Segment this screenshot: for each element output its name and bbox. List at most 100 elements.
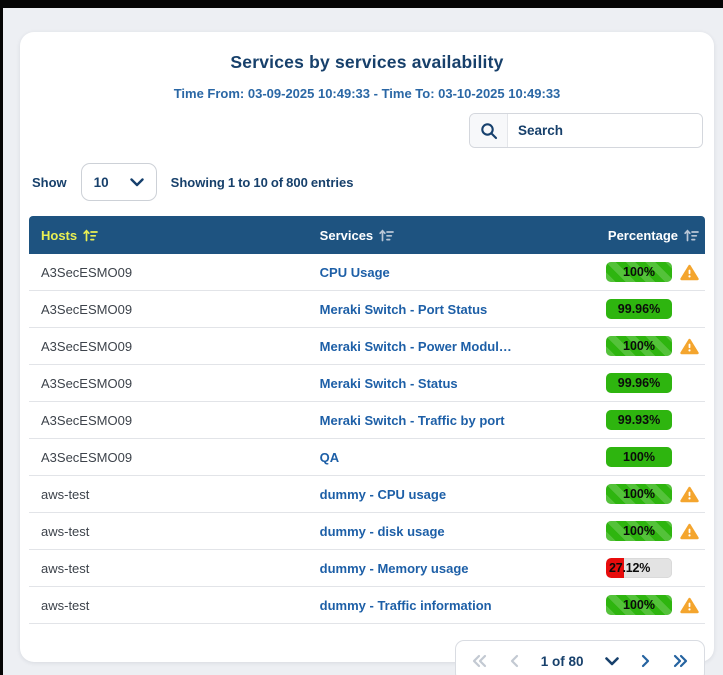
service-link[interactable]: Meraki Switch - Port Status [320,302,550,317]
percentage-badge: 99.93% [606,410,672,430]
warning-icon [680,264,699,281]
table-row: A3SecESMO09 Meraki Switch - Status 99.96… [29,365,705,402]
percentage-cell: 27.12% [550,558,706,578]
next-page-button[interactable] [641,654,651,668]
column-label: Services [320,228,374,243]
entries-total: 800 [286,175,308,190]
first-page-button[interactable] [471,654,487,668]
service-link[interactable]: dummy - Memory usage [320,561,550,576]
chevron-right-icon [641,654,651,668]
warning-icon [680,523,699,540]
service-link[interactable]: Meraki Switch - Traffic by port [320,413,550,428]
entries-to: 10 [253,175,267,190]
percentage-cell: 99.93% [550,410,706,430]
warning-slot [680,560,699,577]
time-range-label: Time From: 03-09-2025 10:49:33 - Time To… [29,86,705,101]
search-box[interactable] [469,113,703,148]
percentage-value: 100% [606,447,672,467]
warning-slot [680,338,699,355]
page-title: Services by services availability [29,52,705,73]
host-cell: A3SecESMO09 [29,450,320,465]
warning-slot [680,375,699,392]
warning-slot [680,449,699,466]
table-row: A3SecESMO09 Meraki Switch - Traffic by p… [29,402,705,439]
service-link[interactable]: CPU Usage [320,265,550,280]
page-indicator: 1 of 80 [541,654,584,669]
warning-icon [680,338,699,355]
percentage-badge: 100% [606,521,672,541]
chevron-down-icon [605,657,619,666]
warning-slot [680,412,699,429]
service-link[interactable]: Meraki Switch - Status [320,376,550,391]
percentage-cell: 100% [550,484,706,504]
pagination-row: 1 of 80 [29,640,705,675]
service-link[interactable]: dummy - CPU usage [320,487,550,502]
service-link[interactable]: Meraki Switch - Power Modul… [320,339,550,354]
table-row: A3SecESMO09 CPU Usage 100% [29,254,705,291]
entries-word: to [238,175,250,190]
percentage-cell: 100% [550,262,706,282]
percentage-badge: 100% [606,447,672,467]
sort-icon [684,229,699,242]
host-cell: aws-test [29,561,320,576]
host-cell: A3SecESMO09 [29,302,320,317]
chevron-left-icon [509,654,519,668]
table-header-row: Hosts Services Percentage [29,216,705,254]
show-label: Show [32,175,67,190]
percentage-cell: 100% [550,521,706,541]
warning-icon [680,597,699,614]
warning-icon [680,486,699,503]
percentage-cell: 99.96% [550,299,706,319]
entries-summary: Showing1to10of800entries [171,175,357,190]
entries-from: 1 [228,175,235,190]
percentage-value: 27.12% [606,558,672,578]
percentage-cell: 99.96% [550,373,706,393]
entries-word: entries [311,175,354,190]
sort-icon [379,229,394,242]
service-link[interactable]: dummy - disk usage [320,524,550,539]
percentage-value: 99.96% [606,299,672,319]
page-size-value: 10 [94,175,109,190]
table-row: A3SecESMO09 QA 100% [29,439,705,476]
service-link[interactable]: QA [320,450,550,465]
percentage-badge: 100% [606,262,672,282]
percentage-value: 100% [606,336,672,356]
column-header-hosts[interactable]: Hosts [29,228,320,243]
warning-slot [680,523,699,540]
host-cell: A3SecESMO09 [29,413,320,428]
warning-slot [680,597,699,614]
table-row: aws-test dummy - Memory usage 27.12% [29,550,705,587]
screen-frame-left [0,0,3,675]
sort-icon [83,229,98,242]
table-body: A3SecESMO09 CPU Usage 100% A3SecESMO09 M… [29,254,705,624]
search-input[interactable] [508,114,703,147]
last-page-button[interactable] [673,654,689,668]
percentage-badge: 99.96% [606,373,672,393]
column-header-services[interactable]: Services [320,228,550,243]
host-cell: A3SecESMO09 [29,339,320,354]
percentage-value: 100% [606,484,672,504]
service-link[interactable]: dummy - Traffic information [320,598,550,613]
table-row: aws-test dummy - disk usage 100% [29,513,705,550]
percentage-badge: 100% [606,336,672,356]
search-icon-wrap [470,114,508,147]
column-label: Hosts [41,228,77,243]
host-cell: A3SecESMO09 [29,265,320,280]
double-chevron-right-icon [673,654,689,668]
percentage-value: 100% [606,521,672,541]
previous-page-button[interactable] [509,654,519,668]
pagination-box: 1 of 80 [455,640,705,675]
availability-widget-card: Services by services availability Time F… [20,32,714,662]
search-row [29,113,705,148]
page-select-dropdown[interactable] [605,657,619,666]
percentage-badge: 100% [606,595,672,615]
host-cell: aws-test [29,524,320,539]
percentage-badge: 27.12% [606,558,672,578]
percentage-value: 100% [606,262,672,282]
entries-word: of [271,175,283,190]
table-row: aws-test dummy - Traffic information 100… [29,587,705,624]
page-size-select[interactable]: 10 [81,163,157,201]
availability-table: Hosts Services Percentage [29,216,705,624]
column-header-percentage[interactable]: Percentage [550,228,706,243]
table-row: aws-test dummy - CPU usage 100% [29,476,705,513]
